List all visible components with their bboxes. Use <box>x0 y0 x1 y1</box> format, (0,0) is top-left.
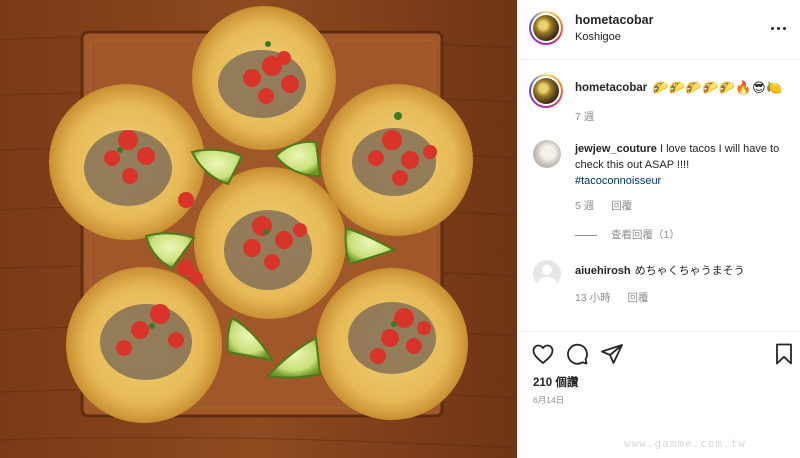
more-options-icon[interactable] <box>769 20 789 36</box>
comment-username[interactable]: aiuehirosh <box>575 265 631 277</box>
caption-username[interactable]: hometacobar <box>575 82 647 94</box>
caption-time[interactable]: 7 週 <box>575 109 594 124</box>
view-replies-button[interactable]: 查看回覆（1） <box>575 227 680 242</box>
post-panel: hometacobar Koshigoe hometacobar 🌮🌮🌮🌮🌮🔥😎… <box>517 0 800 458</box>
watermark: www.gamme.com.tw <box>624 437 746 450</box>
divider-line <box>575 234 597 236</box>
comment-body: jewjew_couture I love tacos I will have … <box>575 141 790 189</box>
caption-text: 🌮🌮🌮🌮🌮🔥😎🍋 <box>652 80 783 95</box>
comment-body: aiuehirosh めちゃくちゃうまそう <box>575 262 745 278</box>
caption-avatar[interactable] <box>529 74 563 108</box>
post-header: hometacobar Koshigoe <box>518 0 800 60</box>
header-avatar[interactable] <box>529 11 563 45</box>
bookmark-icon[interactable] <box>772 342 796 366</box>
comment-meta: 13 小時 回覆 <box>575 290 663 305</box>
reply-button[interactable]: 回覆 <box>628 292 649 304</box>
header-username[interactable]: hometacobar <box>575 13 654 27</box>
reply-button[interactable]: 回覆 <box>611 200 632 212</box>
header-location[interactable]: Koshigoe <box>575 31 621 43</box>
comment-meta: 5 週 回覆 <box>575 198 646 213</box>
heart-icon[interactable] <box>531 342 555 366</box>
comment-text: めちゃくちゃうまそう <box>634 265 745 277</box>
comment-avatar[interactable] <box>533 140 561 168</box>
view-replies-label: 查看回覆（1） <box>611 229 680 241</box>
paper-plane-icon[interactable] <box>600 342 624 366</box>
comment-icon[interactable] <box>565 342 589 366</box>
default-avatar-icon[interactable] <box>533 260 561 288</box>
comment-time[interactable]: 13 小時 <box>575 292 611 304</box>
comment-username[interactable]: jewjew_couture <box>575 143 657 155</box>
tacos-photo <box>0 0 517 458</box>
comment-hashtag[interactable]: #tacoconnoisseur <box>575 175 661 187</box>
comment-time[interactable]: 5 週 <box>575 200 594 212</box>
likes-count[interactable]: 210 個讚 <box>533 374 578 390</box>
post-photo[interactable] <box>0 0 517 458</box>
action-bar: 210 個讚 6月14日 www.gamme.com.tw <box>518 331 800 458</box>
post-date[interactable]: 6月14日 <box>533 394 564 406</box>
